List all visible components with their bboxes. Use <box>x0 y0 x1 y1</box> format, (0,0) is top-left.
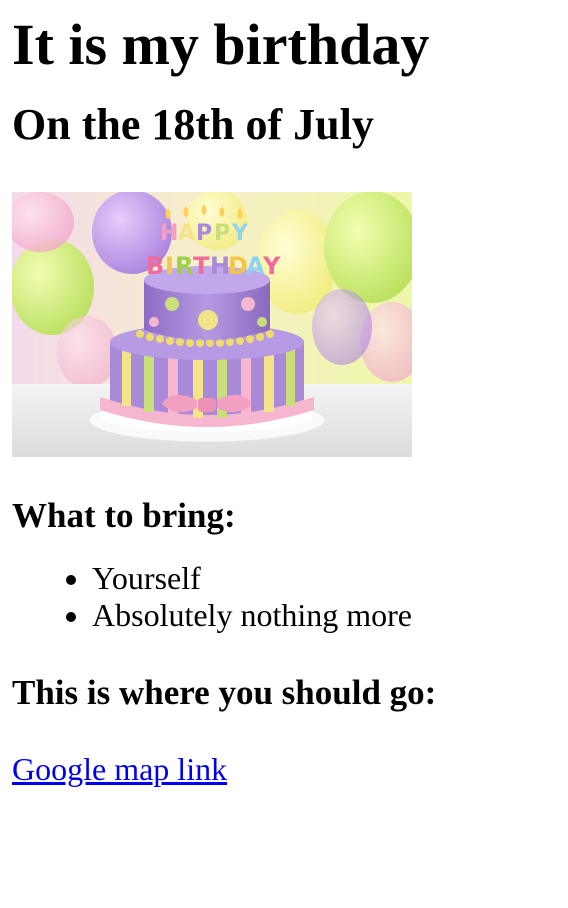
svg-text:B: B <box>146 252 164 280</box>
svg-text:Y: Y <box>262 252 281 280</box>
svg-text:R: R <box>175 252 193 280</box>
page: It is my birthday On the 18th of July H … <box>0 16 568 788</box>
page-title: It is my birthday <box>12 12 430 77</box>
svg-text:I: I <box>165 252 174 280</box>
google-map-link[interactable]: Google map link <box>12 751 227 788</box>
where-to-go-heading: This is where you should go: <box>12 673 437 713</box>
bring-list: Yourself Absolutely nothing more <box>12 560 556 636</box>
page-subtitle: On the 18th of July <box>12 100 374 149</box>
birthday-cake-image: H A P P Y B I R T H D A Y <box>12 192 412 458</box>
svg-text:D: D <box>228 252 248 280</box>
svg-text:P: P <box>214 221 230 246</box>
what-to-bring-heading: What to bring: <box>12 496 236 536</box>
svg-text:Y: Y <box>231 221 249 246</box>
list-item: Yourself <box>92 560 556 598</box>
list-item: Absolutely nothing more <box>92 597 556 635</box>
svg-text:A: A <box>178 221 195 246</box>
svg-text:P: P <box>196 221 212 246</box>
svg-text:T: T <box>193 252 210 280</box>
svg-text:H: H <box>160 221 178 246</box>
